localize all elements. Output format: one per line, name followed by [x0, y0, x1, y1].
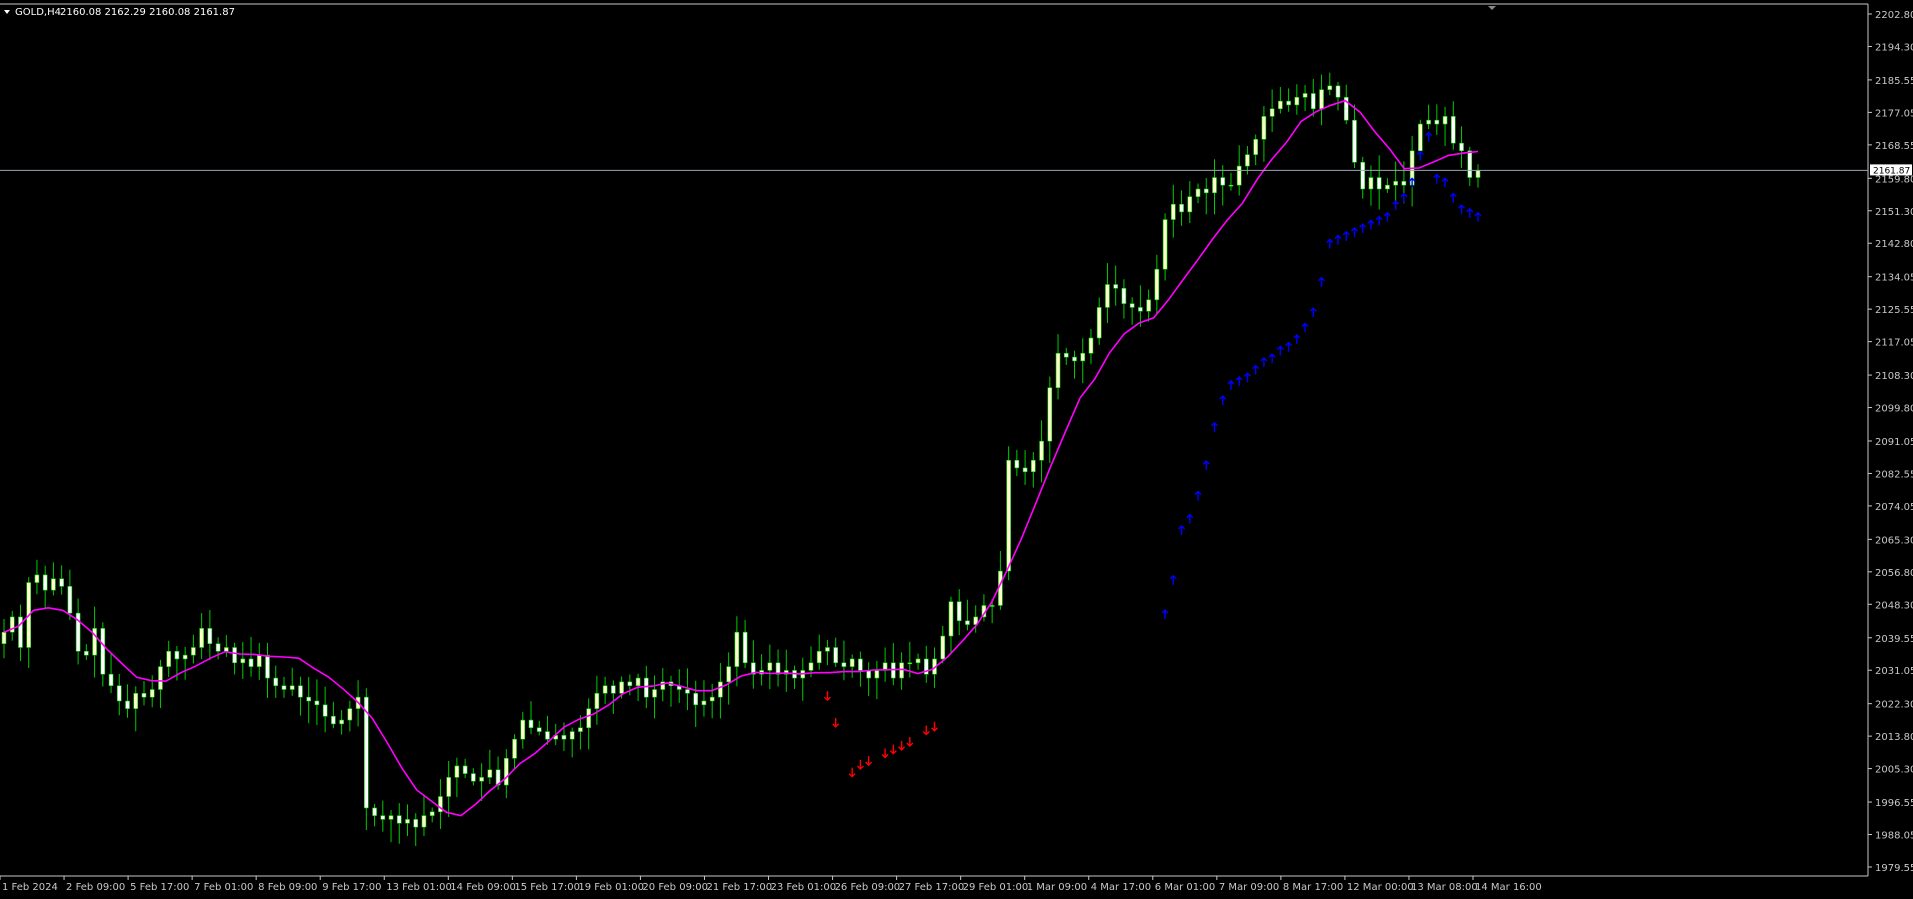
time-tick-label: 20 Feb 09:00 — [642, 882, 708, 893]
price-tick-label: 2117.05 — [1875, 338, 1913, 349]
time-tick-label: 7 Feb 01:00 — [194, 882, 253, 893]
time-tick-label: 12 Mar 00:00 — [1347, 882, 1414, 893]
time-tick-label: 15 Feb 17:00 — [514, 882, 580, 893]
ohlc-readout: 2160.08 2162.29 2160.08 2161.87 — [60, 7, 235, 18]
time-tick-label: 6 Mar 01:00 — [1155, 882, 1215, 893]
price-tick-label: 2185.55 — [1875, 76, 1913, 87]
current-price-tag: 2161.87 — [1870, 164, 1912, 176]
price-tick-label: 2125.55 — [1875, 305, 1913, 316]
price-tick-label: 2048.30 — [1875, 600, 1913, 611]
price-tick-label: 2177.05 — [1875, 108, 1913, 119]
time-tick-label: 23 Feb 01:00 — [771, 882, 837, 893]
price-tick-label: 1988.05 — [1875, 831, 1913, 842]
time-tick-label: 19 Feb 01:00 — [578, 882, 644, 893]
symbol-label: GOLD,H4 — [15, 7, 61, 18]
price-tick-label: 2099.80 — [1875, 404, 1913, 415]
price-tick-label: 2031.05 — [1875, 666, 1913, 677]
price-tick-label: 2039.55 — [1875, 634, 1913, 645]
time-tick-label: 1 Feb 2024 — [2, 882, 58, 893]
time-tick-label: 9 Feb 17:00 — [322, 882, 381, 893]
price-tick-label: 2082.55 — [1875, 469, 1913, 480]
price-tick-label: 2056.80 — [1875, 568, 1913, 579]
chart-background — [0, 0, 1913, 899]
price-tick-label: 2022.30 — [1875, 700, 1913, 711]
price-tick-label: 2168.55 — [1875, 141, 1913, 152]
time-tick-label: 2 Feb 09:00 — [66, 882, 125, 893]
time-tick-label: 13 Feb 01:00 — [386, 882, 452, 893]
time-tick-label: 4 Mar 17:00 — [1091, 882, 1151, 893]
price-tick-label: 1979.55 — [1875, 863, 1913, 874]
time-tick-label: 5 Feb 17:00 — [130, 882, 189, 893]
time-tick-label: 21 Feb 17:00 — [706, 882, 772, 893]
price-tick-label: 2142.80 — [1875, 239, 1913, 250]
time-tick-label: 7 Mar 09:00 — [1219, 882, 1279, 893]
price-tick-label: 2202.80 — [1875, 10, 1913, 21]
time-tick-label: 14 Feb 09:00 — [450, 882, 516, 893]
time-tick-label: 27 Feb 17:00 — [899, 882, 965, 893]
price-tick-label: 2194.30 — [1875, 42, 1913, 53]
chart-header: GOLD,H4 2160.08 2162.29 2160.08 2161.87 — [4, 7, 235, 18]
candle — [1006, 446, 1011, 581]
time-tick-label: 14 Mar 16:00 — [1475, 882, 1542, 893]
time-tick-label: 1 Mar 09:00 — [1027, 882, 1087, 893]
time-tick-label: 26 Feb 09:00 — [835, 882, 901, 893]
price-tick-label: 2151.30 — [1875, 207, 1913, 218]
time-tick-label: 8 Feb 09:00 — [258, 882, 317, 893]
price-tick-label: 2013.80 — [1875, 732, 1913, 743]
time-tick-label: 13 Mar 08:00 — [1411, 882, 1478, 893]
time-tick-label: 29 Feb 01:00 — [963, 882, 1029, 893]
price-tick-label: 2134.05 — [1875, 273, 1913, 284]
price-tick-label: 2005.30 — [1875, 765, 1913, 776]
price-tick-label: 2065.30 — [1875, 535, 1913, 546]
time-tick-label: 8 Mar 17:00 — [1283, 882, 1343, 893]
price-tick-label: 2074.05 — [1875, 502, 1913, 513]
price-tick-label: 2108.30 — [1875, 371, 1913, 382]
svg-text:2161.87: 2161.87 — [1873, 166, 1910, 176]
price-tick-label: 1996.55 — [1875, 798, 1913, 809]
price-chart[interactable]: 2202.802194.302185.552177.052168.552159.… — [0, 0, 1913, 899]
price-tick-label: 2091.05 — [1875, 437, 1913, 448]
